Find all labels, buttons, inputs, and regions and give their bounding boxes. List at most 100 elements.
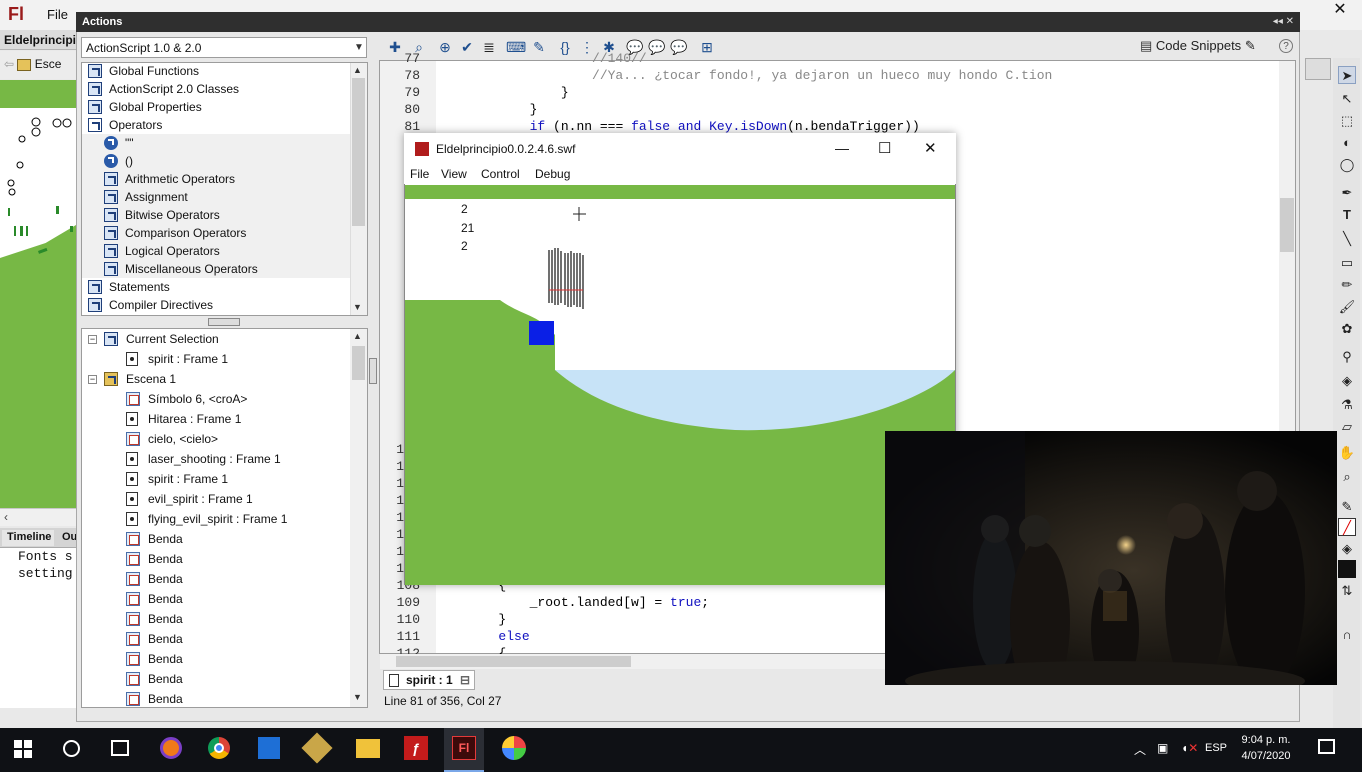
collapse-toggle-icon[interactable]: − — [88, 375, 97, 384]
line-tool-icon[interactable]: ╲ — [1338, 230, 1356, 248]
tray-chevron-up-icon[interactable]: ︿ — [1134, 741, 1146, 758]
language-dropdown[interactable]: ActionScript 1.0 & 2.0 — [81, 37, 367, 58]
navigator-scrollbar[interactable] — [350, 329, 367, 707]
help-icon[interactable]: ? — [1279, 39, 1293, 53]
windows-start-icon[interactable] — [14, 740, 32, 758]
script-tab[interactable]: spirit : 1 ⊟ — [383, 670, 475, 690]
maximize-button[interactable]: ☐ — [878, 139, 891, 157]
scroll-up-icon[interactable]: ▲ — [353, 65, 362, 75]
navigator-item[interactable]: Benda — [82, 670, 350, 688]
code-line[interactable]: } — [436, 84, 569, 101]
chevron-down-icon[interactable]: ▼ — [352, 38, 366, 57]
input-language[interactable]: ESP — [1205, 742, 1227, 754]
code-line[interactable]: _root.landed[w] = true; — [436, 594, 709, 611]
toolbox-item[interactable]: Operators — [82, 116, 350, 134]
navigator-item[interactable]: Benda — [82, 690, 350, 708]
pencil-tool-icon[interactable]: ✏ — [1338, 276, 1356, 294]
tab-output[interactable]: Ou — [56, 530, 76, 546]
notifications-icon[interactable] — [1318, 739, 1335, 754]
stroke-swatch-icon[interactable]: ╱ — [1338, 518, 1356, 536]
minimize-button[interactable]: — — [835, 140, 849, 156]
scene-breadcrumb[interactable]: ⇦ Esce — [0, 51, 76, 79]
firefox-icon[interactable] — [160, 737, 182, 759]
fill-color-icon[interactable]: ◈ — [1338, 540, 1356, 558]
menu-file[interactable]: File — [47, 7, 68, 22]
game-canvas[interactable]: 2 21 2 — [405, 185, 955, 585]
snap-magnet-icon[interactable]: ∩ — [1338, 626, 1356, 644]
swf-menu-view[interactable]: View — [441, 167, 467, 181]
wand-icon[interactable]: ✎ — [1245, 38, 1256, 53]
lasso-tool-icon[interactable]: ◯ — [1338, 156, 1356, 174]
tab-timeline[interactable]: Timeline — [2, 530, 54, 546]
editor-vscroll-thumb[interactable] — [1280, 198, 1294, 252]
navigator-item[interactable]: spirit : Frame 1 — [82, 350, 350, 368]
paint-app-icon[interactable] — [502, 736, 526, 760]
pin-script-icon[interactable]: ⊟ — [460, 673, 470, 687]
navigator-item[interactable]: laser_shooting : Frame 1 — [82, 450, 350, 468]
task-view-icon[interactable] — [111, 740, 129, 756]
panel-toggle-icon[interactable] — [1305, 58, 1331, 80]
rectangle-tool-icon[interactable]: ▭ — [1338, 254, 1356, 272]
code-line[interactable]: else — [436, 628, 529, 645]
swf-window-title[interactable]: Eldelprincipio0.0.2.4.6.swf — [404, 133, 956, 164]
network-icon[interactable]: ▣ — [1157, 741, 1168, 755]
flash-player-taskbar-icon[interactable]: ƒ — [404, 736, 428, 760]
navigator-item[interactable]: Hitarea : Frame 1 — [82, 410, 350, 428]
scroll-up-icon[interactable]: ▲ — [353, 331, 362, 341]
code-line[interactable]: //Ya... ¿tocar fondo!, ya dejaron un hue… — [436, 67, 1052, 84]
eraser-icon[interactable]: ▱ — [1338, 418, 1356, 436]
swf-menu-control[interactable]: Control — [481, 167, 520, 181]
navigator-item[interactable]: − Current Selection — [82, 330, 350, 348]
actions-panel-title[interactable]: Actions — [76, 12, 1300, 32]
code-line[interactable]: //140// — [436, 50, 647, 67]
search-icon[interactable] — [63, 740, 80, 757]
toolbox-item[interactable]: "" — [82, 134, 350, 152]
back-arrow-icon[interactable]: ⇦ — [4, 57, 17, 71]
navigator-item[interactable]: Símbolo 6, <croA> — [82, 390, 350, 408]
text-tool-icon[interactable]: T — [1338, 206, 1356, 224]
volume-muted-icon[interactable]: ◖✕ — [1181, 741, 1198, 755]
animate-taskbar-item[interactable]: Fl — [444, 728, 484, 772]
navigator-item[interactable]: spirit : Frame 1 — [82, 470, 350, 488]
panel-splitter-handle[interactable] — [208, 318, 240, 326]
swf-close-button[interactable]: ✕ — [924, 139, 937, 157]
navigator-item[interactable]: evil_spirit : Frame 1 — [82, 490, 350, 508]
scroll-left-icon[interactable]: ‹ — [4, 510, 8, 524]
navigator-item[interactable]: Benda — [82, 610, 350, 628]
collapse-sidebar-button[interactable] — [369, 358, 377, 384]
media-player-icon[interactable] — [258, 737, 280, 759]
navigator-item[interactable]: Benda — [82, 630, 350, 648]
pen-tool-icon[interactable]: ✒ — [1338, 184, 1356, 202]
toolbox-item[interactable]: Compiler Directives — [82, 296, 350, 314]
subselection-tool-icon[interactable]: ↖ — [1338, 90, 1356, 108]
swf-menu-file[interactable]: File — [410, 167, 429, 181]
toolbox-item[interactable]: Statements — [82, 278, 350, 296]
code-snippets-button[interactable]: ▤ Code Snippets ✎ — [1140, 38, 1270, 56]
editor-hscroll-thumb[interactable] — [396, 656, 631, 667]
navigator-item[interactable]: Benda — [82, 570, 350, 588]
toolbox-item[interactable]: Global Properties — [82, 98, 350, 116]
fill-swatch-icon[interactable] — [1338, 560, 1356, 578]
navigator-item[interactable]: flying_evil_spirit : Frame 1 — [82, 510, 350, 528]
apply-line-comment-icon[interactable]: 💬 — [648, 38, 666, 56]
selection-tool-icon[interactable]: ➤ — [1338, 66, 1356, 84]
toolbox-item[interactable]: Bitwise Operators — [82, 206, 350, 224]
navigator-item[interactable]: cielo, <cielo> — [82, 430, 350, 448]
document-tab[interactable]: Eldelprincipi — [0, 30, 76, 50]
stroke-color-icon[interactable]: ✎ — [1338, 498, 1356, 516]
toolbox-item[interactable]: Miscellaneous Operators — [82, 260, 350, 278]
video-overlay[interactable] — [885, 431, 1337, 685]
code-line[interactable]: } — [436, 611, 506, 628]
scroll-down-icon[interactable]: ▼ — [353, 692, 362, 702]
toolbox-item[interactable]: Assignment — [82, 188, 350, 206]
navigator-item[interactable]: Benda — [82, 550, 350, 568]
chrome-icon[interactable] — [208, 737, 230, 759]
toolbox-item[interactable]: ActionScript 2.0 Classes — [82, 80, 350, 98]
toolbox-item[interactable]: Logical Operators — [82, 242, 350, 260]
stage-hscrollbar[interactable]: ‹ — [0, 508, 76, 526]
navigator-item[interactable]: Benda — [82, 590, 350, 608]
eyedropper-icon[interactable]: ⚗ — [1338, 396, 1356, 414]
brush-tool-icon[interactable]: 🖌 — [1338, 298, 1356, 316]
free-transform-icon[interactable]: ⬚ — [1338, 112, 1356, 130]
3d-rotation-icon[interactable]: ◐ — [1338, 134, 1356, 152]
